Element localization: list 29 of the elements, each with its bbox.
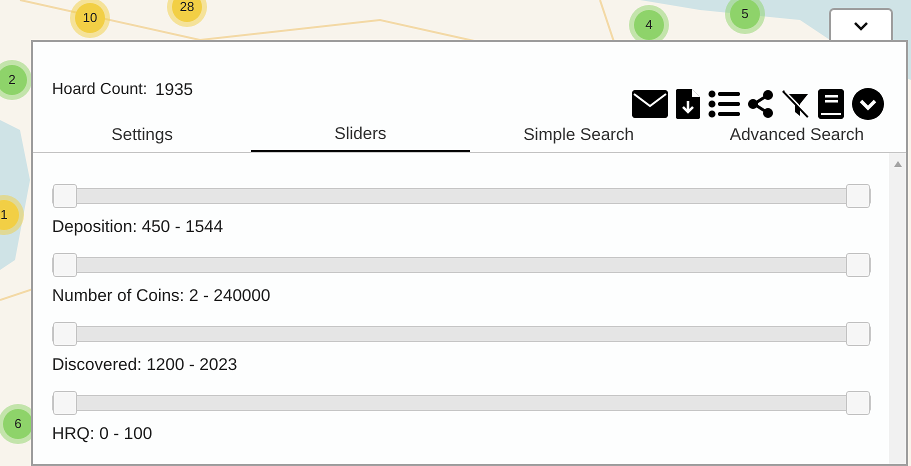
slider-handle[interactable] [846,184,870,208]
scroll-up-icon[interactable] [894,161,902,167]
slider-handle[interactable] [53,184,77,208]
tab[interactable]: Advanced Search [688,118,906,152]
slider-handle[interactable] [53,391,77,415]
share-icon[interactable] [748,90,774,118]
scrollbar[interactable] [889,153,906,464]
tab[interactable]: Sliders [251,118,470,152]
slider-handle[interactable] [53,322,77,346]
hoard-count-label: Hoard Count: [52,80,148,100]
panel-toggle-tab[interactable] [829,8,893,42]
slider-label: Number of Coins: 2 - 240000 [52,286,270,306]
list-icon[interactable] [708,90,740,118]
file-download-icon[interactable] [676,89,700,119]
slider-handle[interactable] [53,253,77,277]
chevron-down-icon [853,21,869,31]
slider-label: Deposition: 450 - 1544 [52,217,224,237]
tab[interactable]: Simple Search [470,118,688,152]
slider-handle[interactable] [846,253,870,277]
slider-label: Discovered: 1200 - 2023 [52,355,238,375]
tab[interactable]: Settings [33,118,252,152]
filter-off-icon[interactable] [782,90,810,118]
book-icon[interactable] [818,89,844,119]
slider-handle[interactable] [846,391,870,415]
hoard-count: 1935 [155,79,193,102]
chevron-circle-down-icon[interactable] [852,88,884,120]
slider-handle[interactable] [846,322,870,346]
slider-label: HRQ: 0 - 100 [52,424,152,444]
envelope-icon[interactable] [632,90,668,118]
